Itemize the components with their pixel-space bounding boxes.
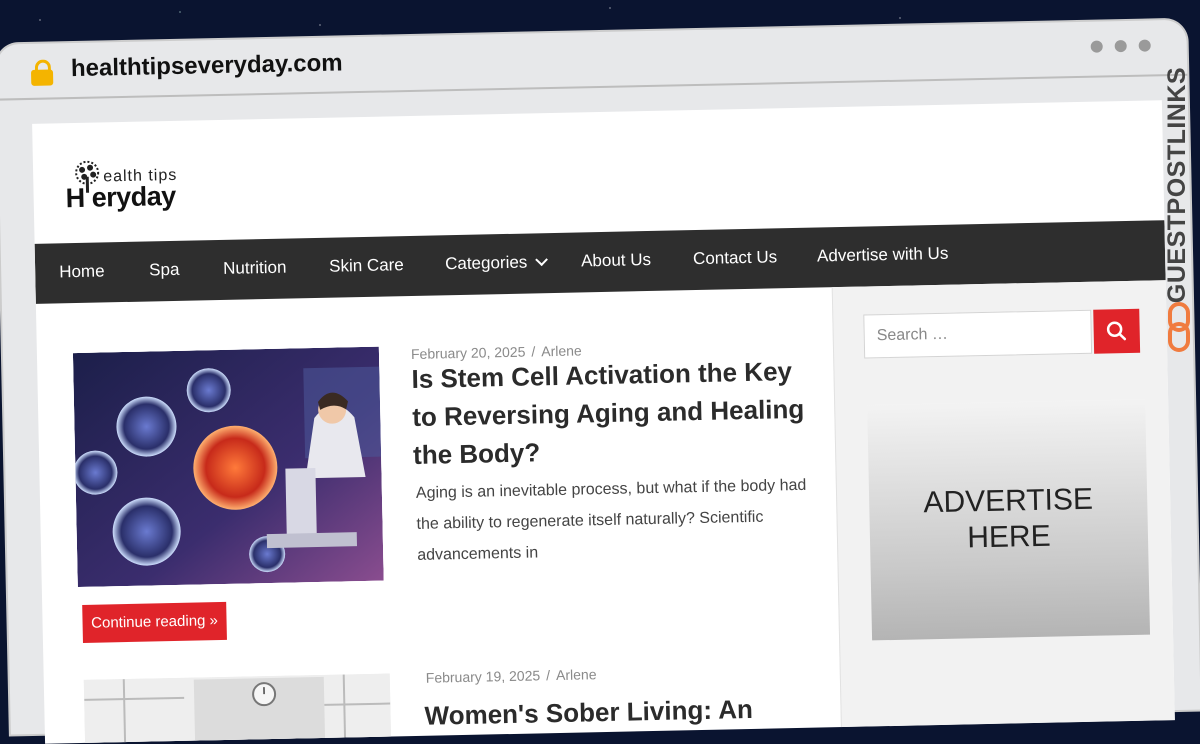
post-date-2[interactable]: February 19, 2025 xyxy=(426,667,541,685)
sidebar: ADVERTISE HERE xyxy=(832,280,1175,727)
search-button[interactable] xyxy=(1093,309,1140,354)
link-chain-icon xyxy=(1168,302,1190,352)
post-meta-2: February 19, 2025/Arlene xyxy=(426,666,597,686)
nav-skin-care[interactable]: Skin Care xyxy=(329,255,404,277)
window-dot-icon[interactable] xyxy=(1091,40,1103,52)
search-icon xyxy=(1093,309,1140,354)
watermark-text: GUESTPOSTLINKS xyxy=(1163,51,1193,319)
stem-cell-image xyxy=(73,347,384,587)
nav-categories[interactable]: Categories xyxy=(445,252,547,274)
room-image xyxy=(84,674,392,744)
advertise-banner[interactable]: ADVERTISE HERE xyxy=(867,399,1150,641)
window-controls xyxy=(1079,38,1151,58)
nav-advertise[interactable]: Advertise with Us xyxy=(817,244,949,267)
post-title[interactable]: Is Stem Cell Activation the Key to Rever… xyxy=(411,351,823,474)
post-list: February 20, 2025/Arlene Is Stem Cell Ac… xyxy=(36,287,845,744)
chevron-down-icon xyxy=(535,253,548,266)
nav-nutrition[interactable]: Nutrition xyxy=(223,258,287,279)
window-dot-icon[interactable] xyxy=(1139,39,1151,51)
continue-reading-button[interactable]: Continue reading » xyxy=(82,602,227,643)
guestpostlinks-watermark: GUESTPOSTLINKS xyxy=(1162,58,1194,358)
post-title-2[interactable]: Women's Sober Living: An xyxy=(424,694,753,732)
search-form xyxy=(863,309,1140,359)
window-dot-icon[interactable] xyxy=(1115,40,1127,52)
nav-home[interactable]: Home xyxy=(59,261,105,282)
lock-icon xyxy=(31,59,56,85)
post-author-2[interactable]: Arlene xyxy=(556,666,597,683)
post-excerpt: Aging is an inevitable process, but what… xyxy=(416,469,822,570)
site-logo[interactable]: ealth tips H eryday xyxy=(65,158,196,221)
advertise-text: ADVERTISE HERE xyxy=(908,481,1109,557)
address-bar[interactable]: healthtipseveryday.com xyxy=(0,20,1187,97)
nav-contact-us[interactable]: Contact Us xyxy=(693,247,777,269)
post-thumbnail-2[interactable] xyxy=(84,674,392,744)
web-page: ealth tips H eryday Home Spa Nutrition S… xyxy=(32,100,1175,744)
search-input[interactable] xyxy=(863,310,1092,359)
logo-wordmark: H eryday xyxy=(65,181,176,214)
browser-frame: healthtipseveryday.com ealth tips H eryd… xyxy=(0,0,1200,716)
nav-about-us[interactable]: About Us xyxy=(581,250,651,271)
browser-window: healthtipseveryday.com ealth tips H eryd… xyxy=(0,20,1200,735)
url-text[interactable]: healthtipseveryday.com xyxy=(71,49,343,83)
nav-spa[interactable]: Spa xyxy=(149,260,180,281)
nav-categories-label: Categories xyxy=(445,253,528,274)
post-thumbnail[interactable] xyxy=(73,347,384,587)
